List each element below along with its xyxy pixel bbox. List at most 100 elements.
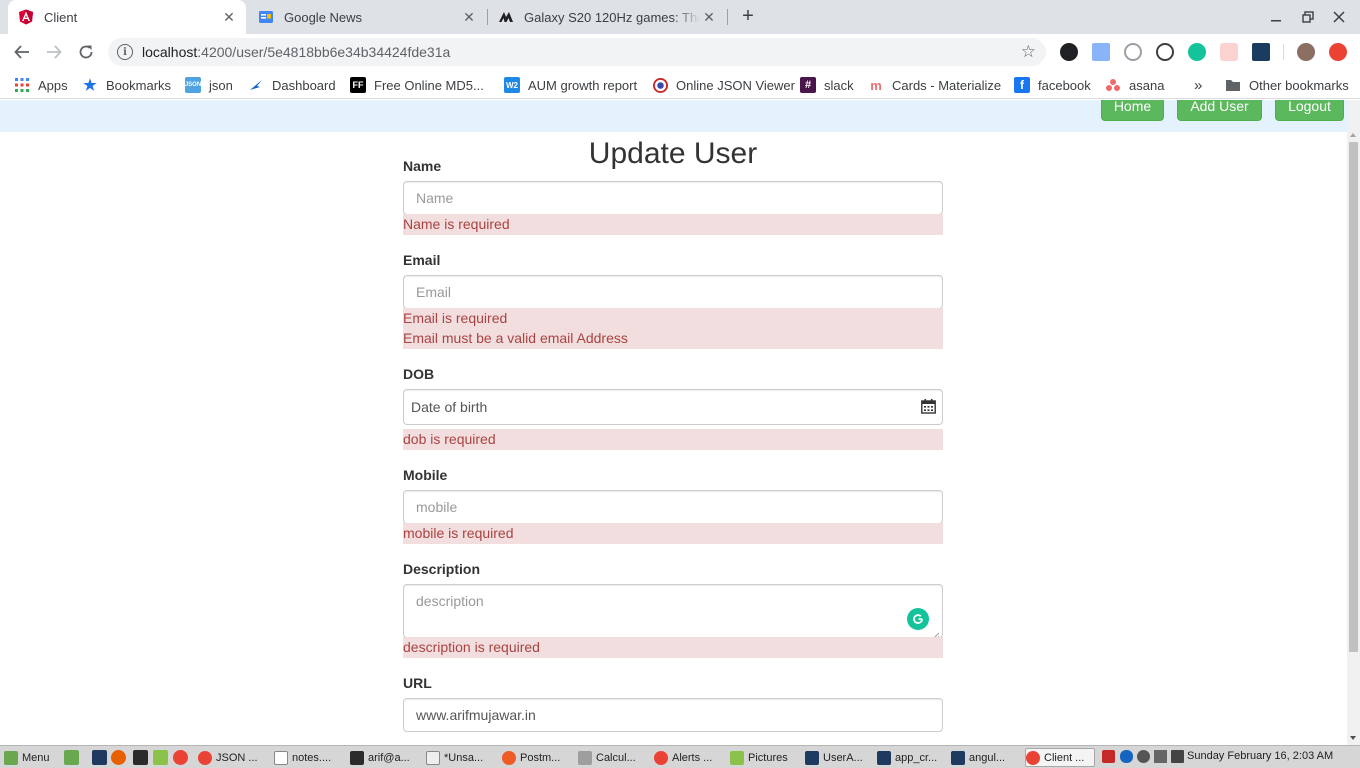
name-input[interactable]: Name — [403, 181, 943, 215]
name-error: Name is required — [403, 214, 943, 235]
error-message: description is required — [403, 639, 540, 655]
shield-icon[interactable] — [1102, 750, 1115, 763]
w2-icon: W2 — [504, 77, 520, 93]
chrome-icon — [198, 750, 212, 765]
resize-handle-icon[interactable] — [932, 627, 940, 640]
webstorm-icon — [951, 750, 965, 765]
logout-button[interactable]: Logout — [1275, 100, 1344, 121]
taskbar-window-postman[interactable]: Postm... — [502, 748, 560, 767]
back-button[interactable] — [10, 40, 34, 64]
scroll-up-icon[interactable] — [1350, 133, 1356, 137]
taskbar-window-pictures[interactable]: Pictures — [730, 748, 788, 767]
taskbar-window-json[interactable]: JSON ... — [198, 748, 258, 767]
grammarly-icon[interactable] — [907, 608, 929, 630]
close-window-button[interactable] — [1328, 6, 1350, 28]
close-icon[interactable]: ✕ — [460, 8, 478, 26]
grammarly-extension-icon[interactable] — [1188, 43, 1206, 61]
bookmark-apps[interactable]: Apps — [14, 76, 68, 94]
bookmark-aum-report[interactable]: W2 AUM growth report — [504, 76, 637, 94]
extension-share-icon[interactable] — [1220, 43, 1238, 61]
extension-image-icon[interactable] — [1092, 43, 1110, 61]
error-message: mobile is required — [403, 525, 514, 541]
url-input[interactable]: www.arifmujawar.in — [403, 698, 943, 732]
close-icon[interactable]: ✕ — [220, 8, 238, 26]
reload-button[interactable] — [74, 40, 98, 64]
add-user-button[interactable]: Add User — [1177, 100, 1262, 121]
battery-icon[interactable] — [1171, 750, 1184, 763]
description-textarea[interactable]: description — [403, 584, 943, 640]
scroll-down-icon[interactable] — [1350, 736, 1356, 740]
show-desktop-icon[interactable] — [64, 750, 79, 765]
scrollbar-thumb[interactable] — [1349, 142, 1358, 652]
email-input[interactable]: Email — [403, 275, 943, 309]
extension-code-icon[interactable] — [1156, 43, 1174, 61]
chevron-more-icon[interactable]: » — [1194, 76, 1202, 94]
extension-clock-icon[interactable] — [1124, 43, 1142, 61]
taskbar-window-app-cr[interactable]: app_cr... — [877, 748, 937, 767]
bookmark-dashboard[interactable]: Dashboard — [248, 76, 336, 94]
bookmark-json[interactable]: JSON json — [185, 76, 233, 94]
webstorm-launcher-icon[interactable] — [92, 750, 107, 765]
minimize-button[interactable] — [1265, 6, 1287, 28]
site-info-icon[interactable]: i — [117, 44, 133, 60]
files-launcher-icon[interactable] — [153, 750, 168, 765]
new-tab-button[interactable]: + — [737, 5, 759, 27]
start-menu-button[interactable]: Menu — [2, 748, 50, 767]
extension-record-icon[interactable] — [1060, 43, 1078, 61]
bookmark-other[interactable]: Other bookmarks — [1225, 76, 1349, 94]
taskbar-window-usera[interactable]: UserA... — [805, 748, 863, 767]
home-button[interactable]: Home — [1101, 100, 1164, 121]
clock[interactable]: Sunday February 16, 2:03 AM — [1187, 750, 1333, 762]
url-label: URL — [403, 675, 432, 691]
tab-strip: Client ✕ Google News ✕ Galaxy S20 120Hz … — [0, 0, 1360, 34]
bookmark-bookmarks[interactable]: ★ Bookmarks — [82, 76, 171, 94]
dob-input[interactable]: Date of birth — [403, 389, 943, 425]
tab-google-news[interactable]: Google News ✕ — [248, 0, 486, 34]
email-error: Email is required Email must be a valid … — [403, 308, 943, 349]
restore-button[interactable] — [1297, 6, 1319, 28]
error-message: Name is required — [403, 216, 510, 232]
close-icon[interactable]: ✕ — [700, 8, 718, 26]
bookmark-asana[interactable]: asana — [1105, 76, 1164, 94]
bookmark-md5[interactable]: FF Free Online MD5... — [350, 76, 484, 94]
update-icon[interactable] — [1329, 43, 1347, 61]
address-bar[interactable]: i localhost:4200/user/5e4818bb6e34b34424… — [108, 38, 1046, 66]
tab-galaxy[interactable]: Galaxy S20 120Hz games: The ✕ — [488, 0, 726, 34]
tab-client[interactable]: Client ✕ — [8, 0, 246, 34]
taskbar-window-calculator[interactable]: Calcul... — [578, 748, 636, 767]
bluetooth-icon[interactable] — [1120, 750, 1133, 763]
page-title: Update User — [588, 137, 758, 170]
bookmarks-bar: Apps ★ Bookmarks JSON json Dashboard FF … — [0, 70, 1360, 99]
dob-error: dob is required — [403, 429, 943, 450]
calendar-icon[interactable] — [921, 399, 936, 414]
bookmark-star-icon[interactable]: ☆ — [1021, 42, 1036, 62]
mobile-input[interactable]: mobile — [403, 490, 943, 524]
firefox-launcher-icon[interactable] — [111, 750, 126, 765]
bookmark-materialize[interactable]: m Cards - Materialize — [868, 76, 1001, 94]
apps-grid-icon — [14, 77, 30, 93]
name-placeholder: Name — [416, 190, 454, 206]
taskbar-window-angular[interactable]: angul... — [951, 748, 1005, 767]
bookmark-facebook[interactable]: f facebook — [1014, 76, 1091, 94]
page-scrollbar[interactable] — [1347, 100, 1360, 745]
network-icon[interactable] — [1154, 750, 1167, 763]
bookmark-json-viewer[interactable]: Online JSON Viewer — [652, 76, 795, 94]
taskbar-window-alerts[interactable]: Alerts ... — [654, 748, 712, 767]
dob-placeholder: Date of birth — [411, 399, 488, 415]
user-icon[interactable] — [1137, 750, 1150, 763]
email-label: Email — [403, 252, 441, 268]
taskbar-window-notes[interactable]: notes.... — [274, 748, 331, 767]
email-placeholder: Email — [416, 284, 452, 300]
terminal-launcher-icon[interactable] — [133, 750, 148, 765]
asana-icon — [1105, 77, 1121, 93]
forward-button[interactable] — [42, 40, 66, 64]
taskbar-window-editor[interactable]: *Unsa... — [426, 748, 483, 767]
taskbar-window-terminal[interactable]: arif@a... — [350, 748, 410, 767]
profile-avatar-icon[interactable] — [1297, 43, 1315, 61]
url-text: localhost:4200/user/5e4818bb6e34b34424fd… — [142, 44, 451, 60]
extension-terminal-icon[interactable] — [1252, 43, 1270, 61]
chrome-launcher-icon[interactable] — [173, 750, 188, 765]
bookmark-slack[interactable]: # slack — [800, 76, 854, 94]
taskbar-window-client[interactable]: Client ... — [1025, 748, 1095, 767]
mobile-label: Mobile — [403, 467, 448, 483]
